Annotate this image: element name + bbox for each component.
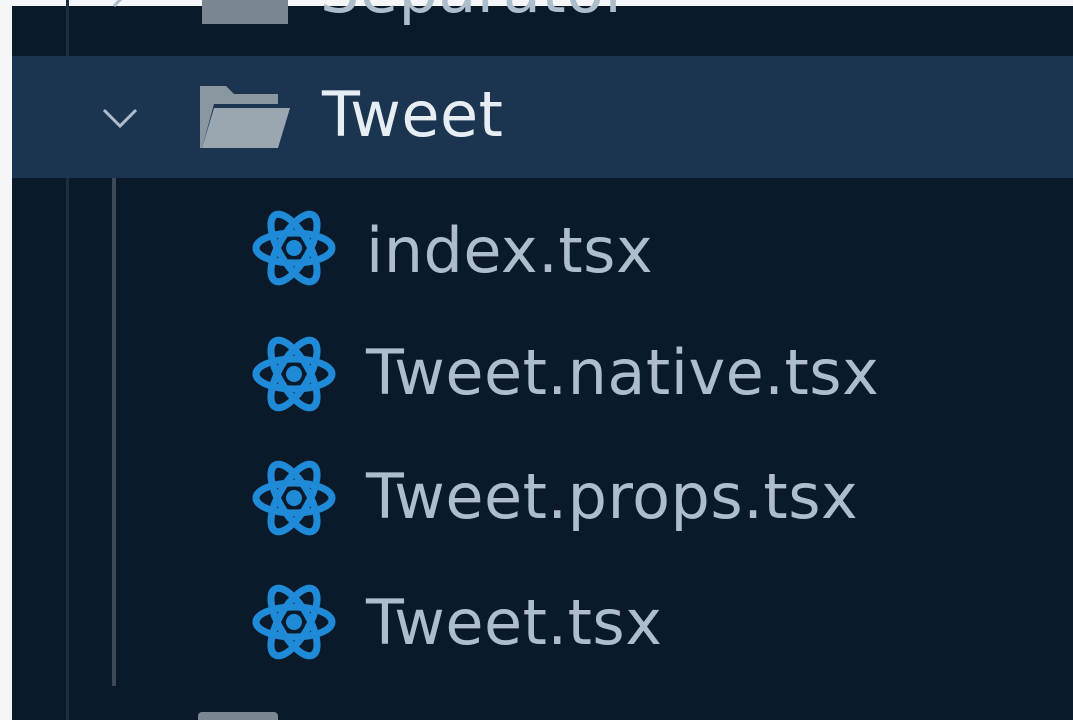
- react-icon: [252, 336, 336, 412]
- tree-item-label: Tweet: [322, 78, 504, 151]
- react-icon: [252, 210, 336, 286]
- tree-item-file[interactable]: Tweet.tsx: [12, 560, 1073, 684]
- react-icon: [252, 584, 336, 660]
- tree-item-file[interactable]: index.tsx: [12, 186, 1073, 310]
- tree-item-label: Tweet.props.tsx: [366, 460, 859, 533]
- folder-open-icon: [200, 86, 290, 148]
- tree-item-label: Separator: [320, 0, 631, 27]
- file-explorer: Separator Tweet index.tsx: [0, 0, 1073, 720]
- tree-item-file[interactable]: Tweet.native.tsx: [12, 312, 1073, 436]
- next-folder-icon: [198, 712, 278, 720]
- tree-item-tweet-folder[interactable]: Tweet: [12, 56, 1073, 178]
- tree-item-label: index.tsx: [366, 214, 654, 287]
- tree-item-label: Tweet.native.tsx: [366, 336, 880, 409]
- tree-item-separator[interactable]: Separator: [12, 0, 1073, 34]
- tree-item-label: Tweet.tsx: [366, 586, 663, 659]
- react-icon: [252, 460, 336, 536]
- chevron-right-icon: [112, 0, 123, 8]
- chevron-down-icon: [102, 108, 138, 129]
- window-edge: [0, 0, 12, 720]
- folder-icon: [202, 0, 288, 24]
- tree-item-file[interactable]: Tweet.props.tsx: [12, 436, 1073, 560]
